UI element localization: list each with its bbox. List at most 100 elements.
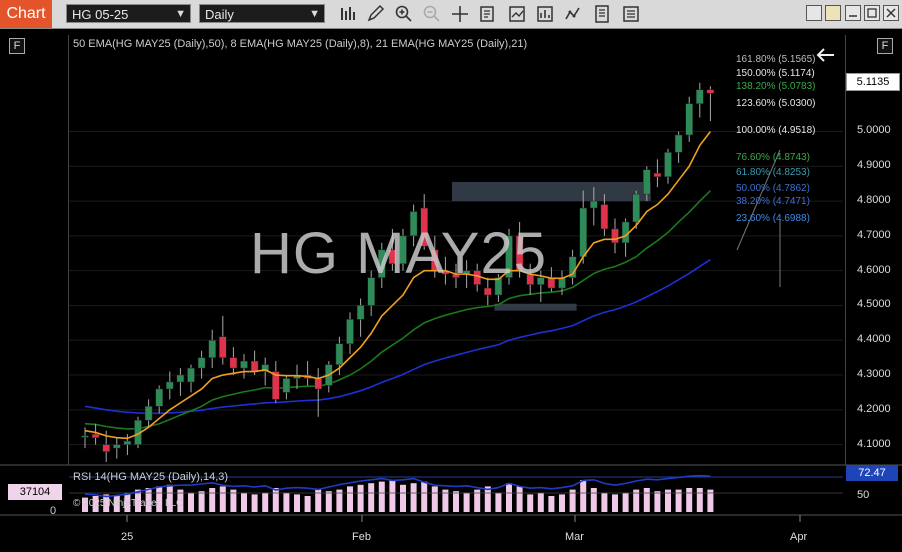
price-tick-label: 4.8000 [857,194,891,207]
volume-bar [325,491,332,512]
zoom-out-icon[interactable] [422,4,442,24]
volume-bar [707,489,714,512]
price-tick-label: 4.6000 [857,263,891,276]
strategy-analyzer-icon[interactable] [563,4,583,24]
volume-bar [357,484,364,512]
volume-bar [559,494,565,512]
volume-bar [241,492,247,512]
volume-bar [484,486,491,512]
fib-level-label: 161.80% (5.1565) [736,54,816,65]
data-box-icon[interactable] [478,4,498,24]
instrument-watermark: HG MAY25 [250,221,548,286]
volume-bar [548,496,555,512]
instrument-value: HG 05-25 [72,7,129,22]
chart-properties-icon[interactable] [621,4,641,24]
volume-bar [421,481,428,512]
chart-tab[interactable]: Chart [0,0,52,28]
volume-bar [537,492,544,512]
volume-axis-zero: 0 [50,505,57,517]
volume-bar [590,488,597,512]
price-tick-label: 4.3000 [857,368,891,381]
price-tick-label: 4.7000 [857,228,891,241]
minimize-window-icon[interactable] [845,5,861,21]
x-tick-label: Mar [565,531,584,543]
volume-bar [389,480,396,512]
price-tick-label: 4.9000 [857,159,891,172]
panel-menu-right-icon[interactable]: F [877,38,893,54]
volume-bar [527,494,534,512]
copyright-text: © 2025 NinjaTrader, LLC [73,498,184,509]
volume-bar [580,480,587,512]
volume-bar [262,492,269,512]
back-arrow-icon[interactable] [814,46,836,64]
volume-bar [315,489,322,512]
price-tick-label: 4.5000 [857,298,891,311]
strategies-icon[interactable] [535,4,555,24]
volume-bar [506,483,512,512]
volume-bar [304,496,311,512]
volume-bar [442,489,449,512]
volume-bar [633,489,640,512]
volume-bar [347,486,353,512]
interval-selector[interactable]: Daily ▼ [199,4,325,23]
volume-bar [569,489,576,512]
last-price-tag: 5.1135 [846,73,900,91]
price-tick-label: 4.4000 [857,333,891,346]
volume-bar [612,494,618,512]
properties-icon[interactable] [592,4,612,24]
volume-bar [272,488,279,512]
volume-bar [453,491,459,512]
volume-bar [230,489,237,512]
fib-level-label: 50.00% (4.7862) [736,183,810,194]
draw-pencil-icon[interactable] [366,4,386,24]
instrument-selector[interactable]: HG 05-25 ▼ [66,4,191,23]
volume-bar [410,483,417,512]
volume-bar [400,484,406,512]
volume-bar [474,489,481,512]
price-tick-label: 4.1000 [857,437,891,450]
fib-level-label: 61.80% (4.8253) [736,167,810,178]
rsi-label: RSI 14(HG MAY25 (Daily),14,3) [73,471,229,483]
x-tick-label: Feb [352,531,371,543]
volume-bar [368,483,375,512]
volume-bar [463,492,470,512]
indicators-label: 50 EMA(HG MAY25 (Daily),50), 8 EMA(HG MA… [73,38,528,50]
fib-level-label: 38.20% (4.7471) [736,196,810,207]
volume-bar [251,494,258,512]
panel-menu-left-icon[interactable]: F [9,38,25,54]
volume-bar [198,491,205,512]
crosshair-icon[interactable] [450,4,470,24]
volume-bar [219,486,226,512]
volume-bar [431,486,438,512]
bar-type-icon[interactable] [338,4,358,24]
volume-bar [654,491,661,512]
volume-bar [209,488,216,512]
chevron-down-icon: ▼ [175,8,186,20]
toolbar: Chart HG 05-25 ▼ Daily ▼ [0,0,902,29]
volume-bar [696,488,703,512]
zoom-in-icon[interactable] [394,4,414,24]
fib-level-label: 76.60% (4.8743) [736,152,810,163]
fib-level-label: 23.60% (4.6988) [736,213,810,224]
x-tick-label: 25 [121,531,134,543]
restore-icon[interactable] [806,5,822,21]
volume-bar [686,488,693,512]
interval-value: Daily [205,7,234,22]
volume-value-tag: 37104 [8,484,62,500]
volume-bar [495,492,502,512]
volume-bar [643,488,650,512]
fib-level-label: 123.60% (5.0300) [736,98,816,109]
maximize-icon[interactable] [864,5,880,21]
volume-bar [622,492,629,512]
chevron-down-icon: ▼ [309,8,320,20]
volume-bar [601,492,608,512]
close-icon[interactable] [883,5,899,21]
minimize-icon[interactable] [825,5,841,21]
price-tick-label: 4.2000 [857,402,891,415]
indicators-icon[interactable] [507,4,527,24]
price-tick-label: 5.0000 [857,124,891,137]
fib-level-label: 138.20% (5.0783) [736,81,816,92]
fib-level-label: 100.00% (4.9518) [736,125,816,136]
volume-bar [665,489,671,512]
rsi-value-tag: 72.47 [846,465,898,481]
